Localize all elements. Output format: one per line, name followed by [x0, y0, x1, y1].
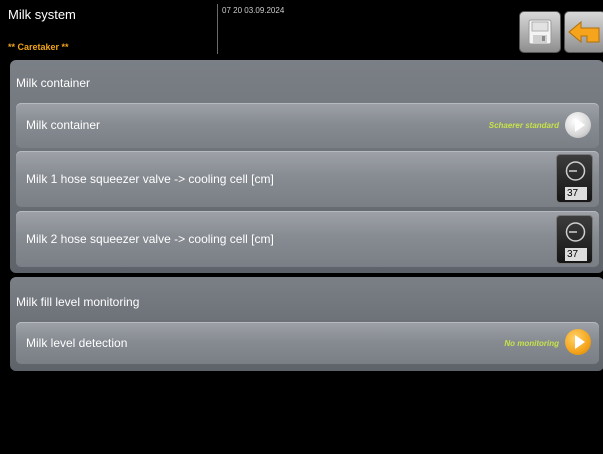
- row-label: Milk level detection: [26, 336, 128, 350]
- header-title: Milk system: [8, 7, 76, 22]
- gauge-value: 37: [565, 187, 587, 200]
- section-title: Milk fill level monitoring: [16, 295, 140, 309]
- value-gauge-button[interactable]: 37: [556, 154, 593, 203]
- section-title: Milk container: [16, 76, 91, 90]
- user-role: ** Caretaker **: [8, 42, 69, 52]
- row-label: Milk container: [26, 118, 101, 132]
- date-time: 07 20 03.09.2024: [222, 6, 285, 15]
- row-milk2-hose-valve[interactable]: Milk 2 hose squeezer valve -> cooling ce…: [16, 211, 599, 267]
- header-divider: [217, 4, 218, 54]
- value-gauge-button[interactable]: 37: [556, 215, 593, 264]
- row-milk-level-detection[interactable]: Milk level detection No monitoring: [16, 322, 599, 364]
- section-milk-container: Milk container Milk container Schaerer s…: [10, 60, 603, 273]
- row-milk1-hose-valve[interactable]: Milk 1 hose squeezer valve -> cooling ce…: [16, 151, 599, 207]
- save-disk-icon: [528, 19, 552, 45]
- row-value: Schaerer standard: [488, 121, 559, 130]
- select-button[interactable]: [565, 329, 591, 355]
- row-value: No monitoring: [504, 339, 559, 348]
- section-milk-fill-level: Milk fill level monitoring Milk level de…: [10, 277, 603, 371]
- play-arrow-icon: [575, 335, 585, 349]
- row-milk-container[interactable]: Milk container Schaerer standard: [16, 103, 599, 148]
- play-arrow-icon: [575, 118, 585, 132]
- gauge-value: 37: [565, 248, 587, 261]
- back-arrow-icon: [568, 20, 600, 44]
- back-button[interactable]: [564, 11, 603, 53]
- row-label: Milk 2 hose squeezer valve -> cooling ce…: [26, 232, 274, 246]
- select-button[interactable]: [565, 112, 591, 138]
- row-label: Milk 1 hose squeezer valve -> cooling ce…: [26, 172, 274, 186]
- save-button[interactable]: [519, 11, 561, 53]
